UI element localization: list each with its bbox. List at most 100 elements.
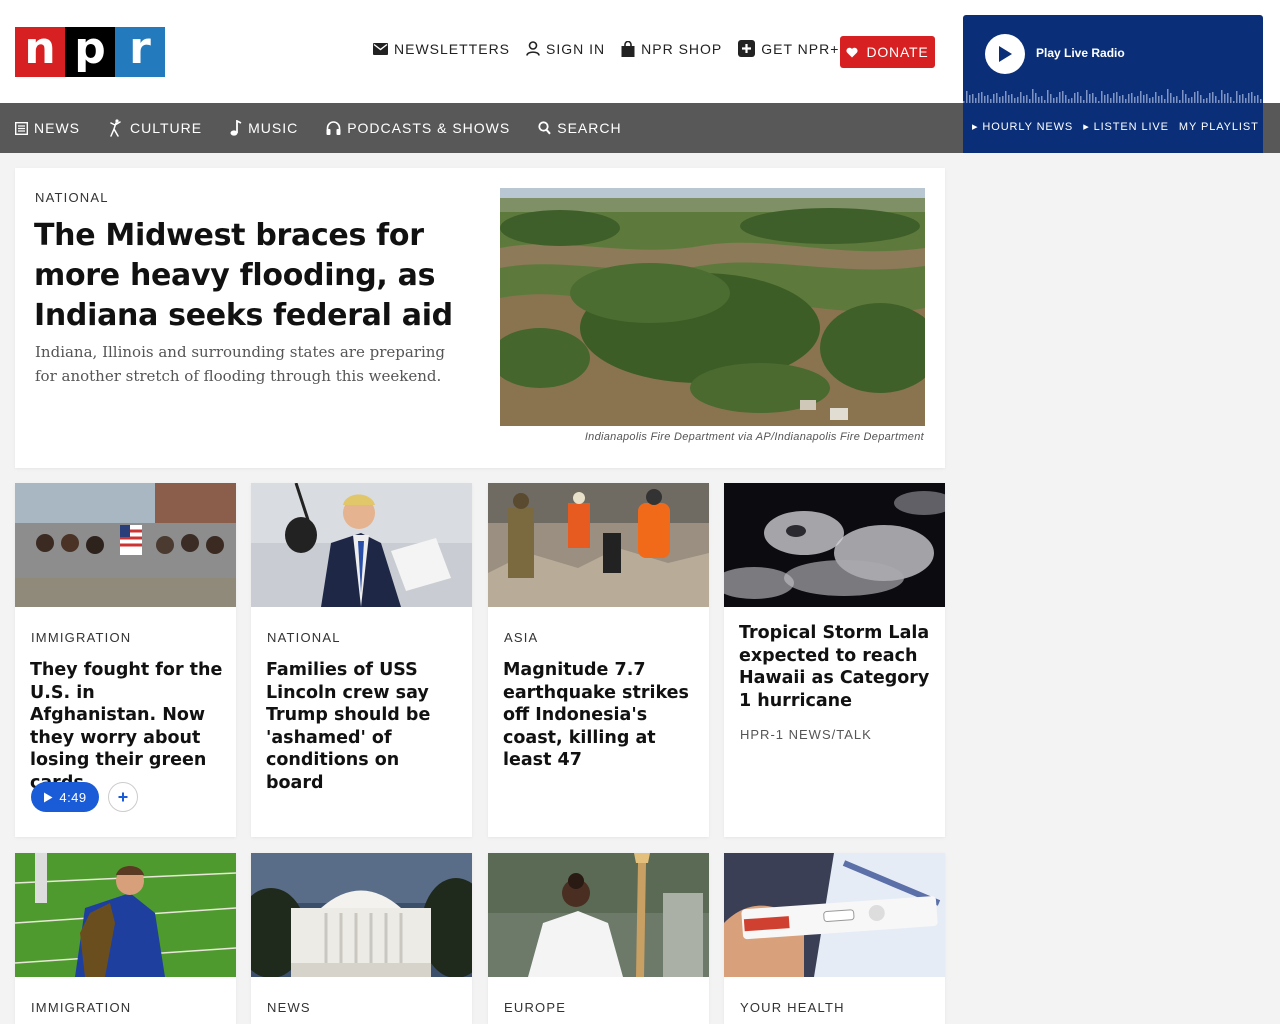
waveform-bar	[1230, 97, 1232, 103]
newspaper-icon	[15, 121, 28, 135]
nav-culture[interactable]: Culture	[108, 119, 202, 137]
play-live-radio-button[interactable]	[985, 34, 1025, 74]
station-label[interactable]: HPR-1 News/Talk	[740, 727, 872, 742]
newsletters-label: Newsletters	[394, 40, 511, 57]
waveform-bar	[1260, 99, 1262, 103]
waveform-bar	[981, 92, 983, 103]
waveform-bar	[1122, 95, 1124, 103]
waveform-bar	[1209, 93, 1211, 103]
story-title[interactable]: Tropical Storm Lala expected to reach Ha…	[739, 622, 935, 712]
newsletters-link[interactable]: Newsletters	[373, 41, 510, 57]
hero-image[interactable]	[500, 188, 925, 426]
envelope-icon	[373, 42, 388, 55]
waveform-bar	[1224, 94, 1226, 103]
story-image[interactable]	[488, 483, 709, 607]
search-icon	[538, 121, 551, 135]
waveform-bar	[978, 93, 980, 103]
waveform-bar	[987, 95, 989, 103]
donate-label: DONATE	[866, 44, 929, 60]
story-image[interactable]	[724, 483, 945, 607]
nav-podcasts-label: Podcasts & Shows	[347, 120, 511, 136]
player-links: ▸ Hourly News ▸ Listen Live My Playlist	[972, 120, 1259, 134]
story-slug[interactable]: Your Health	[740, 1000, 845, 1015]
waveform-bar	[1020, 92, 1022, 103]
hero-headline[interactable]: The Midwest braces for more heavy floodi…	[34, 216, 454, 336]
waveform-bar	[1056, 97, 1058, 103]
waveform-bar	[963, 101, 965, 103]
get-npr-plus-link[interactable]: Get NPR+	[738, 40, 839, 57]
waveform-bar	[1170, 93, 1172, 103]
waveform-bar	[1245, 98, 1247, 103]
story-image[interactable]	[15, 483, 236, 607]
waveform-bar	[1023, 96, 1025, 103]
story-card: Your Health	[724, 853, 945, 1024]
story-slug[interactable]: News	[267, 1000, 311, 1015]
story-slug[interactable]: National	[267, 630, 341, 645]
waveform-bar	[1008, 95, 1010, 103]
waveform-bar	[1005, 91, 1007, 103]
story-title[interactable]: They fought for the U.S. in Afghanistan.…	[30, 659, 226, 794]
hero-slug[interactable]: National	[35, 190, 109, 205]
donate-button[interactable]: DONATE	[840, 36, 935, 68]
waveform-bar	[1101, 91, 1103, 103]
waveform-bar	[1257, 95, 1259, 103]
story-image[interactable]	[488, 853, 709, 977]
waveform-bar	[1032, 89, 1034, 103]
story-image[interactable]	[251, 483, 472, 607]
waveform-bar	[1068, 99, 1070, 103]
listen-live-link[interactable]: ▸ Listen Live	[1083, 120, 1169, 133]
waveform-bar	[1011, 94, 1013, 103]
nav-search[interactable]: Search	[538, 120, 621, 136]
nav-podcasts-shows[interactable]: Podcasts & Shows	[326, 120, 510, 136]
waveform-bar	[966, 91, 968, 103]
play-icon	[999, 46, 1012, 62]
waveform-bar	[1200, 95, 1202, 103]
story-title[interactable]: Magnitude 7.7 earthquake strikes off Ind…	[503, 659, 699, 772]
story-slug[interactable]: Immigration	[31, 1000, 131, 1015]
culture-icon	[110, 119, 121, 137]
logo-letter-r: r	[115, 27, 165, 77]
story-slug[interactable]: Europe	[504, 1000, 566, 1015]
waveform-bar	[1227, 93, 1229, 103]
play-icon	[44, 792, 53, 802]
waveform-bar	[1002, 96, 1004, 103]
waveform-bar	[1152, 97, 1154, 103]
story-card: News	[251, 853, 472, 1024]
waveform-bar	[1119, 96, 1121, 103]
audio-play-button[interactable]: 4:49	[31, 782, 99, 812]
waveform-bar	[1047, 90, 1049, 103]
waveform-bar	[984, 96, 986, 103]
waveform-bar	[990, 99, 992, 103]
hourly-news-link[interactable]: ▸ Hourly News	[972, 120, 1073, 133]
waveform-bar	[1125, 99, 1127, 103]
story-slug[interactable]: Asia	[504, 630, 538, 645]
soccer-field-trophy-image	[15, 853, 236, 977]
npr-shop-link[interactable]: NPR Shop	[621, 40, 722, 57]
waveform-bar	[1062, 91, 1064, 103]
white-house-image	[251, 853, 472, 977]
heart-icon	[846, 47, 858, 57]
nav-music[interactable]: Music	[230, 120, 298, 136]
story-image[interactable]	[251, 853, 472, 977]
my-playlist-link[interactable]: My Playlist	[1179, 121, 1259, 133]
waveform-bar	[1134, 97, 1136, 103]
waveform-bar	[1107, 94, 1109, 103]
waveform-bar	[996, 93, 998, 103]
waveform-bar	[1191, 97, 1193, 103]
my-playlist-label: My Playlist	[1178, 120, 1259, 133]
story-image[interactable]	[15, 853, 236, 977]
nav-news[interactable]: News	[15, 120, 80, 136]
nav-search-label: Search	[557, 120, 622, 136]
story-slug[interactable]: Immigration	[31, 630, 131, 645]
story-image[interactable]	[724, 853, 945, 977]
main-nav: News Culture Music Podcasts & Shows Sear…	[0, 103, 963, 153]
npr-logo[interactable]: n p r	[15, 27, 165, 77]
waveform-bar	[1104, 95, 1106, 103]
mural-wall-image	[15, 483, 236, 607]
waveform-bar	[1173, 97, 1175, 103]
sign-in-link[interactable]: Sign In	[526, 41, 605, 57]
add-to-playlist-button[interactable]	[108, 782, 138, 812]
sign-in-label: Sign In	[546, 40, 606, 57]
story-title[interactable]: Families of USS Lincoln crew say Trump s…	[266, 659, 462, 794]
waveform-bar	[1089, 94, 1091, 103]
